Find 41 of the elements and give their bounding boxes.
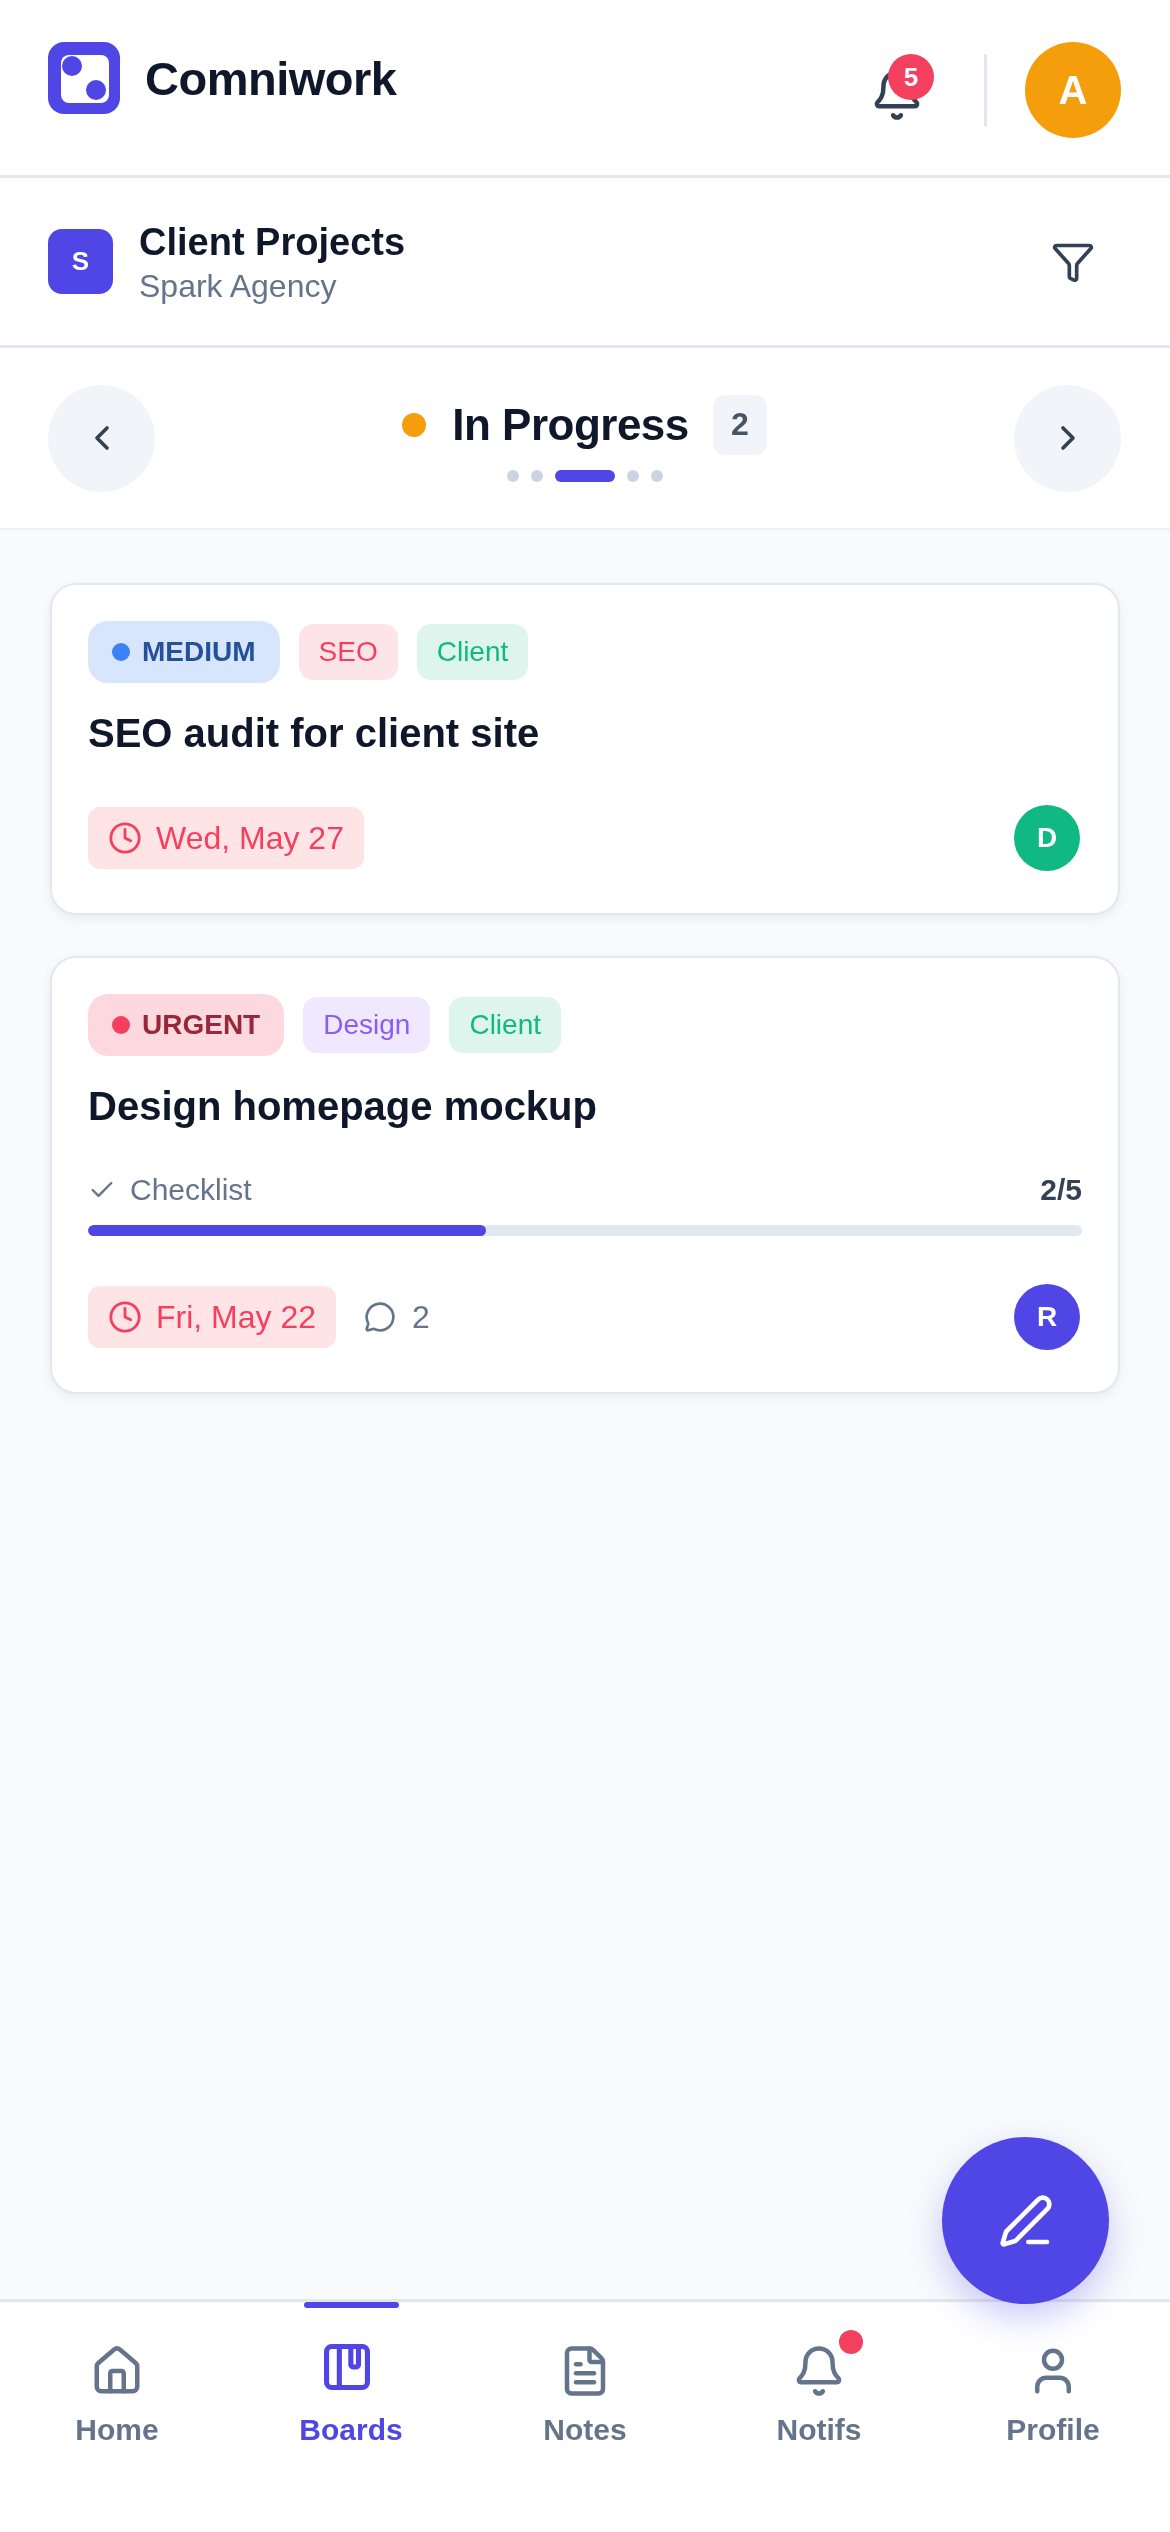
due-date-text: Fri, May 22 <box>156 1298 317 1336</box>
app-title: Comniwork <box>145 50 397 106</box>
page-dot[interactable] <box>650 469 663 482</box>
nav-tab[interactable]: Notes <box>468 2302 702 2532</box>
task-card[interactable]: MEDIUM SEO Client SEO audit for client site Wed, May 27 D <box>50 583 1120 915</box>
category-tag: Client <box>449 997 561 1053</box>
workspace-avatar: S <box>48 229 113 294</box>
clock-icon <box>108 1300 142 1334</box>
comment-count: 2 <box>412 1298 430 1336</box>
category-tag: SEO <box>298 624 398 680</box>
assignee-avatar: D <box>1014 805 1080 871</box>
assignee-avatar: R <box>1014 1284 1080 1350</box>
priority-label: MEDIUM <box>142 636 256 668</box>
priority-label: URGENT <box>142 1009 261 1041</box>
board-columns-icon <box>324 2344 370 2390</box>
clock-icon <box>108 821 142 855</box>
page-dot[interactable] <box>626 469 639 482</box>
column-title: In Progress <box>452 399 689 450</box>
task-title: Design homepage mockup <box>88 1083 598 1130</box>
due-date-text: Wed, May 27 <box>156 819 344 857</box>
nav-tab[interactable]: Boards <box>234 2302 468 2532</box>
pencil-icon <box>997 2192 1054 2249</box>
nav-tab[interactable]: Notifs <box>702 2302 936 2532</box>
page-dot[interactable] <box>506 469 519 482</box>
category-tag: Design <box>303 997 431 1053</box>
checklist-label: Checklist <box>130 1173 252 1207</box>
task-title: SEO audit for client site <box>88 710 541 757</box>
count-badge: 2 <box>712 394 767 455</box>
checklist-count: 2/5 <box>1040 1173 1082 1207</box>
notification-badge: 5 <box>888 54 934 100</box>
nav-tab[interactable]: Home <box>0 2302 234 2532</box>
logo-icon <box>48 42 120 114</box>
board-subtitle: Spark Agency <box>139 266 338 305</box>
task-card[interactable]: URGENT Design Client Design homepage mockup Checklist 2/5 Fri, May 22 2 R <box>50 956 1120 1394</box>
notifications-button[interactable]: 5 <box>870 54 934 126</box>
page-dot[interactable] <box>530 469 543 482</box>
category-tag: Client <box>416 624 529 680</box>
nav-tab[interactable]: Profile <box>936 2302 1170 2532</box>
status-dot-icon <box>402 412 427 437</box>
comment-icon <box>364 1301 397 1333</box>
board-title: Client Projects <box>139 219 407 265</box>
